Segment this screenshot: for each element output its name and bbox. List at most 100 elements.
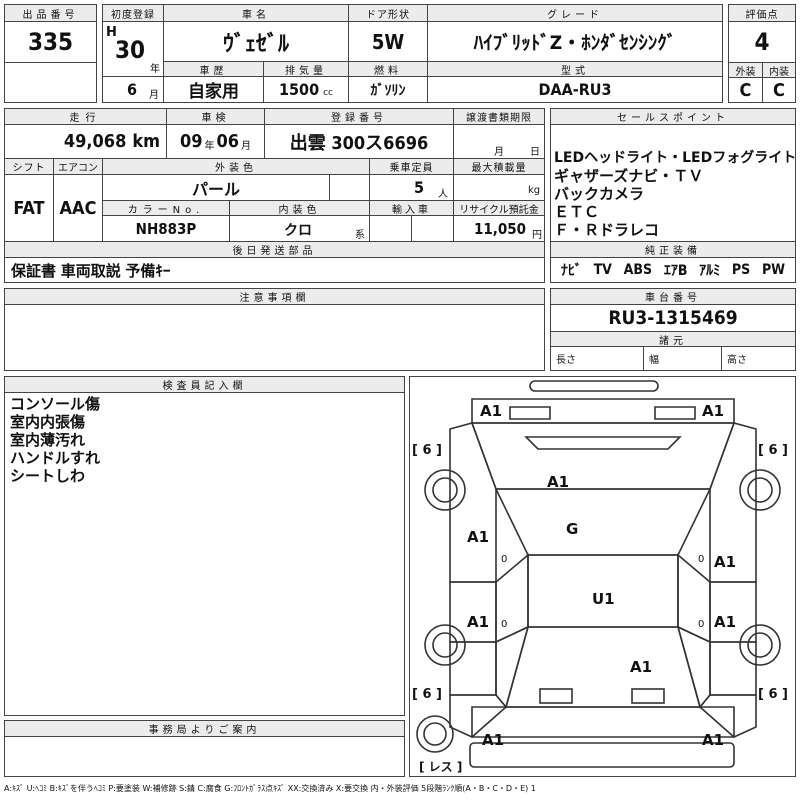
inspection-label: 車検 [166, 108, 265, 125]
interior-label: 内装 [762, 62, 796, 78]
transfer-docs-label: 譲渡書類期限 [453, 108, 545, 125]
mark-left-front-door: A1 [467, 528, 489, 546]
car-damage-diagram: A1 A1 A1 G A1 A1 U1 A1 A1 A1 A1 A1 0 0 0… [412, 380, 788, 774]
model-label: 型式 [427, 61, 723, 77]
displacement-unit: cc [323, 87, 333, 98]
interior-color-label: 内装色 [229, 200, 370, 216]
left-rear-wheel [424, 624, 466, 666]
ac-label: エアコン [53, 158, 103, 175]
equipment-item: ABS [623, 262, 653, 278]
left-rear-hub [432, 632, 458, 658]
exterior-grade: C [728, 77, 763, 103]
left-front-wheel [424, 469, 466, 511]
history: 自家用 [163, 76, 264, 103]
mark-rear-left-corner: A1 [482, 731, 504, 749]
tire-depth-front-right: [ 6 ] [758, 443, 788, 458]
mark-right-rear-door: A1 [714, 613, 736, 631]
transfer-docs-cell: 月 日 [453, 124, 545, 159]
color-number-label: カラーNo. [102, 200, 230, 216]
inspection-year: 09 [179, 131, 203, 152]
spare-tire-hub [423, 722, 447, 746]
mark-left-front-zero: 0 [501, 554, 507, 565]
rear-bumper [469, 742, 735, 768]
capacity: 5 [414, 178, 425, 197]
overall-score: 4 [728, 21, 796, 63]
equipment-item: TV [593, 262, 612, 278]
door-type-label: ドア形状 [348, 4, 428, 22]
selling-point: Ｆ・Ｒドラレコ [554, 221, 660, 239]
import-label: 輸入車 [369, 200, 454, 216]
plate-label: 登録番号 [264, 108, 454, 125]
office-notice-label: 事務局よりご案内 [4, 720, 405, 737]
transfer-day-unit: 日 [530, 147, 540, 158]
equipment-item: ﾅﾋﾞ [560, 263, 582, 279]
right-front-door [709, 581, 757, 643]
front-bumper [529, 380, 659, 392]
recycle-deposit: 11,050 [474, 220, 527, 238]
length-cell: 長さ [550, 346, 644, 371]
transfer-month-unit: 月 [494, 147, 504, 158]
inspector-remark: 室内内張傷 [10, 413, 86, 431]
inspection-month-unit: 月 [241, 141, 252, 152]
notes-box [4, 304, 545, 371]
max-load-label: 最大積載量 [453, 158, 545, 175]
mark-roof-front: G [566, 520, 578, 538]
selling-point: ＥＴＣ [554, 203, 600, 221]
chassis-number: RU3-1315469 [550, 304, 796, 332]
inspector-remarks-label: 検査員記入欄 [4, 376, 405, 393]
office-notice-box [4, 736, 405, 777]
displacement: 1500 [279, 80, 320, 99]
equipment-item: ｴｱB [663, 263, 688, 279]
tire-depth-rear-right: [ 6 ] [758, 687, 788, 702]
model-code: DAA-RU3 [427, 76, 723, 103]
mileage-label: 走行 [4, 108, 167, 125]
max-load-unit: kg [528, 185, 541, 196]
mileage: 49,068 [63, 131, 127, 152]
spare-tire [416, 715, 454, 753]
equipment-item: PW [761, 262, 786, 278]
hood [470, 422, 736, 490]
left-front-door [449, 581, 497, 643]
damage-diagram-box: A1 A1 A1 G A1 A1 U1 A1 A1 A1 A1 A1 0 0 0… [409, 376, 796, 777]
damage-legend: A:ｷｽﾞ U:ﾍｺﾐ B:ｷｽﾞを伴うﾍｺﾐ P:要塗装 W:補修跡 S:錆 … [4, 784, 536, 793]
score-label: 評価点 [728, 4, 796, 22]
displacement-cell: 1500 cc [263, 76, 349, 103]
front-light-right [654, 406, 696, 420]
import-cell-a [369, 215, 412, 242]
import-cell-b [411, 215, 454, 242]
rear-glass [504, 626, 702, 708]
rear-light-right [631, 688, 665, 704]
car-name-label: 車名 [163, 4, 349, 22]
capacity-unit: 人 [438, 189, 448, 200]
recycle-unit: 円 [532, 230, 542, 241]
windshield [494, 488, 712, 556]
mark-front-left-corner: A1 [480, 402, 502, 420]
selling-points-label: セールスポイント [550, 108, 796, 125]
rear-panel [471, 706, 735, 738]
interior-color-cell: クロ 系 [229, 215, 370, 242]
recycle-label: リサイクル預託金 [453, 200, 545, 216]
width-label: 幅 [649, 355, 659, 366]
tire-depth-front-left: [ 6 ] [412, 443, 442, 458]
mark-right-rear-zero: 0 [698, 619, 704, 630]
height-label: 高さ [727, 355, 747, 366]
height-cell: 高さ [721, 346, 796, 371]
inspector-remark: シートしわ [10, 467, 86, 485]
mark-rear-glass: A1 [630, 658, 652, 676]
mark-front-right-corner: A1 [702, 402, 724, 420]
left-rear-door [449, 641, 497, 696]
reg-month: 6 [127, 80, 138, 99]
inspector-remark: コンソール傷 [10, 395, 101, 413]
mark-roof-center: U1 [592, 590, 615, 608]
notes-label: 注意事項欄 [4, 288, 545, 305]
specs-label: 諸元 [550, 331, 796, 347]
mark-right-front-zero: 0 [698, 554, 704, 565]
mark-left-rear-door: A1 [467, 613, 489, 631]
mileage-cell: 49,068 km [4, 124, 167, 159]
mark-rear-right-corner: A1 [702, 731, 724, 749]
recycle-cell: 11,050 円 [453, 215, 545, 242]
shift-label: シフト [4, 158, 54, 175]
max-load-cell: kg [453, 174, 545, 201]
interior-color-suffix: 系 [355, 230, 365, 241]
accessories-cell: 保証書 車両取説 予備ｷｰ [4, 257, 545, 283]
